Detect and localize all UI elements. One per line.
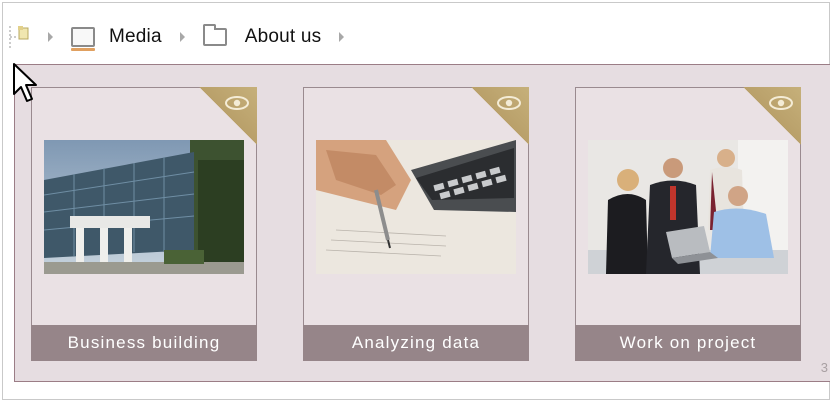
breadcrumb-item-label: About us	[244, 26, 322, 47]
card-caption: Work on project	[575, 325, 801, 361]
media-gallery: Business building Analyzing data Work on…	[14, 64, 830, 382]
eye-icon[interactable]	[224, 95, 250, 111]
card-caption: Business building	[31, 325, 257, 361]
monitor-icon	[71, 27, 95, 51]
calculator-and-pen-photo	[316, 140, 516, 274]
breadcrumb-separator-icon	[179, 32, 185, 42]
page-number: 3	[820, 360, 828, 375]
breadcrumb-root[interactable]	[8, 18, 30, 56]
breadcrumb-item-media[interactable]: Media	[71, 18, 162, 56]
breadcrumb-item-label: Media	[109, 26, 162, 47]
folder-icon	[202, 24, 227, 46]
media-card-work-on-project[interactable]: Work on project	[575, 87, 801, 361]
eye-icon[interactable]	[496, 95, 522, 111]
media-card-business-building[interactable]: Business building	[31, 87, 257, 361]
breadcrumb: Media About us	[8, 18, 823, 56]
eye-icon[interactable]	[768, 95, 794, 111]
card-caption: Analyzing data	[303, 325, 529, 361]
business-team-meeting-photo	[588, 140, 788, 274]
breadcrumb-item-about-us[interactable]: About us	[202, 18, 322, 56]
root-node-icon	[9, 26, 29, 48]
breadcrumb-separator-icon	[48, 32, 53, 42]
media-card-analyzing-data[interactable]: Analyzing data	[303, 87, 529, 361]
mouse-cursor-icon	[13, 63, 37, 102]
office-building-photo	[44, 140, 244, 274]
breadcrumb-separator-icon	[339, 32, 345, 42]
